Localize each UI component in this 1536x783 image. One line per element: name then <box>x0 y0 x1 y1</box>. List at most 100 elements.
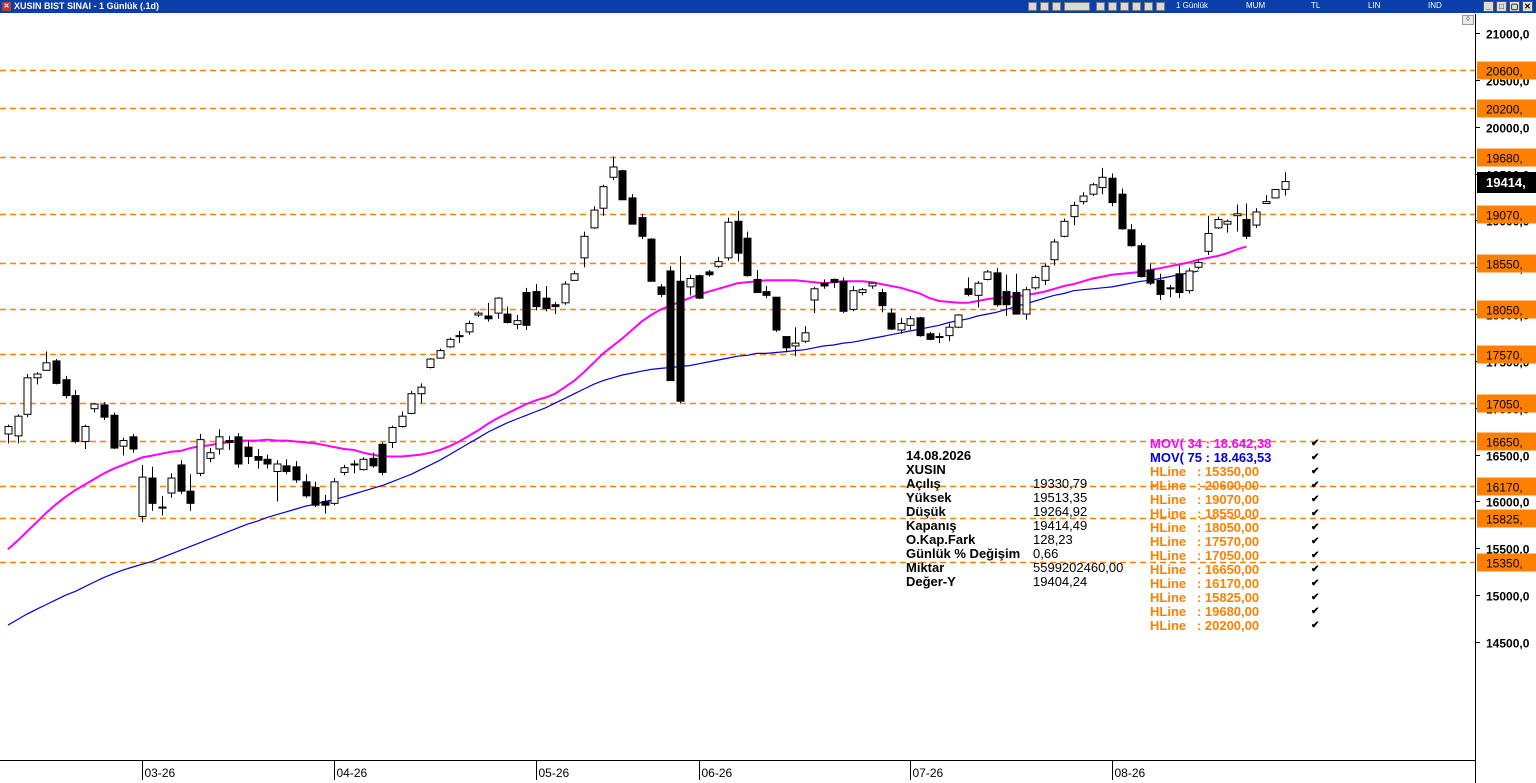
candle[interactable] <box>186 474 195 511</box>
candle[interactable] <box>1031 275 1040 290</box>
candle[interactable] <box>1079 192 1088 205</box>
candle[interactable] <box>110 412 119 449</box>
candle[interactable] <box>14 414 23 444</box>
candle[interactable] <box>1281 172 1290 196</box>
legend-check-icon[interactable]: ✔ <box>1311 563 1319 577</box>
candle[interactable] <box>81 424 90 449</box>
candle[interactable] <box>215 429 224 455</box>
candle[interactable] <box>1175 265 1184 299</box>
candle[interactable] <box>484 302 493 322</box>
candle[interactable] <box>666 266 675 382</box>
candle[interactable] <box>129 434 138 453</box>
candle[interactable] <box>311 481 320 508</box>
candle[interactable] <box>1242 203 1251 240</box>
candle[interactable] <box>734 211 743 262</box>
candle[interactable] <box>474 311 483 317</box>
legend-check-icon[interactable]: ✔ <box>1311 619 1319 633</box>
candle[interactable] <box>695 274 704 300</box>
tool-icon[interactable] <box>1108 2 1117 11</box>
candle[interactable] <box>330 478 339 506</box>
tool-icon[interactable] <box>1028 2 1037 11</box>
candle[interactable] <box>868 282 877 289</box>
legend-item[interactable]: HLine : 18550,00 ✔ <box>1150 507 1319 521</box>
candle[interactable] <box>1271 188 1280 199</box>
candle[interactable] <box>647 238 656 282</box>
legend-check-icon[interactable]: ✔ <box>1311 549 1319 563</box>
candle[interactable] <box>753 270 762 294</box>
candle[interactable] <box>1185 268 1194 294</box>
tool-icon[interactable] <box>1132 2 1141 11</box>
candle[interactable] <box>820 279 829 289</box>
legend-check-icon[interactable]: ✔ <box>1311 605 1319 619</box>
tool-icon[interactable] <box>1052 2 1061 11</box>
candle[interactable] <box>1223 219 1232 233</box>
legend-item[interactable]: HLine : 18050,00 ✔ <box>1150 521 1319 535</box>
candle[interactable] <box>1233 204 1242 232</box>
indicator-selector[interactable]: IND <box>1428 1 1442 10</box>
candle[interactable] <box>225 435 234 450</box>
legend-item[interactable]: MOV( 34 : 18.642,38 ✔ <box>1150 437 1319 451</box>
candle[interactable] <box>196 434 205 477</box>
period-selector[interactable]: 1 Günlük <box>1176 1 1208 10</box>
candle[interactable] <box>993 268 1002 307</box>
candle[interactable] <box>1108 173 1117 207</box>
tool-icon[interactable] <box>1064 2 1090 11</box>
candle[interactable] <box>1118 188 1127 230</box>
tool-icon[interactable] <box>1120 2 1129 11</box>
candle[interactable] <box>244 440 253 464</box>
candle[interactable] <box>158 495 167 516</box>
legend-check-icon[interactable]: ✔ <box>1311 507 1319 521</box>
candle[interactable] <box>350 460 359 474</box>
candle[interactable] <box>801 326 810 344</box>
candle[interactable] <box>849 285 858 312</box>
candle[interactable] <box>590 206 599 229</box>
candle[interactable] <box>1262 195 1271 205</box>
candle[interactable] <box>321 494 330 514</box>
candle[interactable] <box>782 336 791 353</box>
candle[interactable] <box>839 277 848 314</box>
candle[interactable] <box>974 281 983 308</box>
candle[interactable] <box>1214 216 1223 229</box>
candle[interactable] <box>1060 218 1069 238</box>
candle[interactable] <box>858 287 867 296</box>
tool-icon[interactable] <box>1040 2 1049 11</box>
close-button[interactable]: ✕ <box>1522 1 1533 12</box>
candle[interactable] <box>1022 286 1031 320</box>
candle[interactable] <box>90 403 99 413</box>
candle[interactable] <box>1041 263 1050 286</box>
candle[interactable] <box>148 466 157 511</box>
legend-check-icon[interactable]: ✔ <box>1311 479 1319 493</box>
legend-check-icon[interactable]: ✔ <box>1311 521 1319 535</box>
candle[interactable] <box>388 425 397 449</box>
candle[interactable] <box>561 281 570 305</box>
candle[interactable] <box>599 184 608 216</box>
candle[interactable] <box>954 314 963 329</box>
candle[interactable] <box>522 287 531 331</box>
candle[interactable] <box>292 461 301 483</box>
candle[interactable] <box>657 284 666 298</box>
candle[interactable] <box>340 464 349 476</box>
legend-item[interactable]: MOV( 75 : 18.463,53 ✔ <box>1150 451 1319 465</box>
candle[interactable] <box>964 277 973 297</box>
candle[interactable] <box>676 255 685 404</box>
candle[interactable] <box>378 442 387 476</box>
candle[interactable] <box>551 301 560 315</box>
legend-check-icon[interactable]: ✔ <box>1311 591 1319 605</box>
scale-selector[interactable]: LIN <box>1368 1 1380 10</box>
candle[interactable] <box>4 424 13 444</box>
tool-icon[interactable] <box>1156 2 1165 11</box>
axis-toggle-button[interactable]: ◊ <box>1462 15 1474 25</box>
candle[interactable] <box>254 448 263 469</box>
candle[interactable] <box>119 437 128 456</box>
chart-style-selector[interactable]: MUM <box>1246 1 1265 10</box>
candle[interactable] <box>62 375 71 399</box>
candle[interactable] <box>273 460 282 502</box>
candle[interactable] <box>724 217 733 261</box>
candle[interactable] <box>138 464 147 523</box>
candle[interactable] <box>628 194 637 225</box>
candle[interactable] <box>33 372 42 385</box>
candle[interactable] <box>302 474 311 498</box>
candle[interactable] <box>609 156 618 181</box>
candle[interactable] <box>772 296 781 332</box>
candle[interactable] <box>1012 273 1021 315</box>
